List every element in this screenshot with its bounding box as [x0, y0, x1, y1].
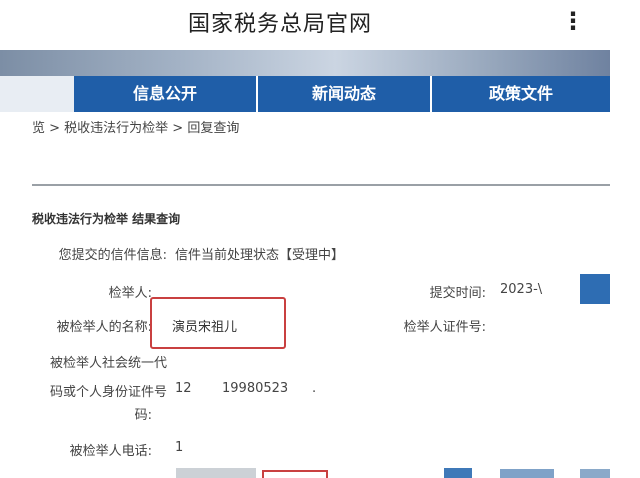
- credit-code-label-line3: 码:: [134, 408, 152, 423]
- site-banner: [0, 50, 610, 76]
- cropped-text-row: [176, 468, 256, 478]
- nav-item-home[interactable]: [0, 76, 74, 112]
- submit-time-value: 2023-\: [500, 282, 543, 297]
- letter-status-value: 信件当前处理状态【受理中】: [175, 248, 345, 263]
- credit-code-value-birthdate: 19980523: [222, 381, 289, 396]
- credit-code-value-suffix: .: [312, 381, 317, 396]
- nav-item-info-public[interactable]: 信息公开: [74, 76, 256, 112]
- cropped-block: [580, 469, 610, 478]
- breadcrumb[interactable]: 览 > 税收违法行为检举 > 回复查询: [32, 117, 239, 136]
- submit-time-label: 提交时间:: [429, 286, 486, 301]
- page-edge: [610, 50, 640, 478]
- cropped-block: [444, 468, 472, 478]
- credit-code-value-prefix: 12: [175, 381, 192, 396]
- section-title: 税收违法行为检举 结果查询: [32, 212, 181, 226]
- page-title: 国家税务总局官网: [187, 12, 372, 37]
- letter-info-label: 您提交的信件信息:: [58, 248, 167, 263]
- nav-item-policy[interactable]: 政策文件: [432, 76, 610, 112]
- divider: [32, 184, 610, 186]
- kebab-menu-icon[interactable]: ⋮: [560, 6, 586, 40]
- top-bar: 国家税务总局官网 ⋮: [0, 0, 640, 50]
- phone-label: 被检举人电话:: [69, 444, 152, 459]
- main-nav: 信息公开 新闻动态 政策文件: [0, 76, 610, 112]
- phone-value: 1: [175, 440, 184, 455]
- highlight-box: [150, 297, 286, 349]
- highlight-box-bottom: [262, 470, 328, 478]
- side-block: [580, 274, 610, 304]
- credit-code-label-line2: 码或个人身份证件号: [49, 385, 167, 400]
- credit-code-label-line1: 被检举人社会统一代: [49, 356, 167, 371]
- cropped-block: [500, 469, 554, 478]
- reporter-id-label: 检举人证件号:: [403, 320, 486, 335]
- reporter-label: 检举人:: [108, 286, 152, 301]
- reported-name-label: 被检举人的名称:: [56, 320, 152, 335]
- nav-item-news[interactable]: 新闻动态: [258, 76, 430, 112]
